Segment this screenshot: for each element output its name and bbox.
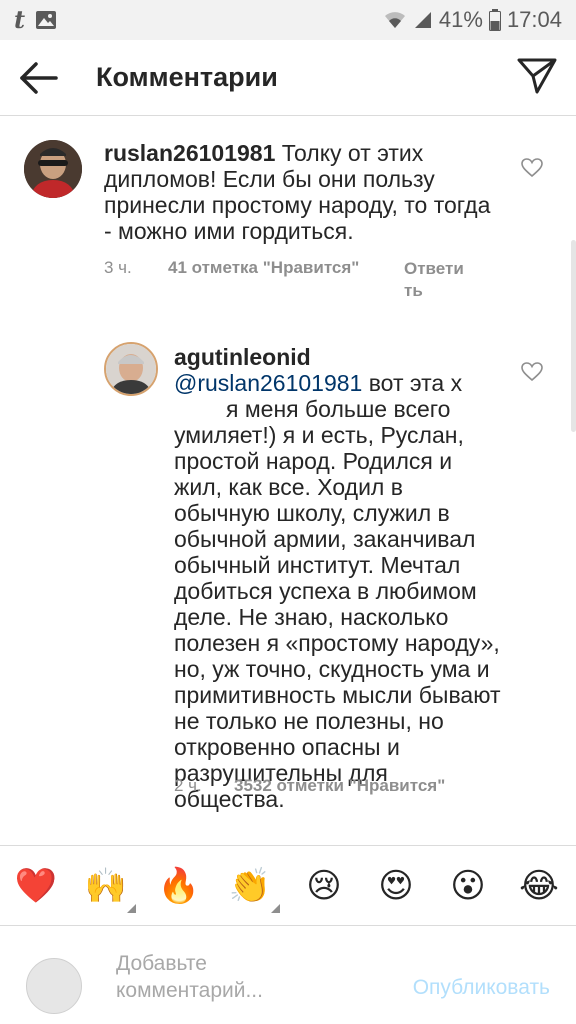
skin-tone-indicator bbox=[271, 904, 280, 913]
page-title: Комментарии bbox=[96, 62, 278, 92]
reply-label-line1: Ответи bbox=[404, 259, 464, 278]
input-placeholder-line2: комментарий... bbox=[116, 979, 263, 1002]
surprised-emoji-button[interactable]: 😮 bbox=[446, 864, 490, 908]
reply-button[interactable]: Ответи ть bbox=[404, 258, 474, 302]
heart-emoji-button[interactable]: ❤️ bbox=[14, 864, 58, 908]
avatar-photo bbox=[106, 344, 156, 394]
signal-icon bbox=[414, 12, 431, 28]
comment-body-start: вот эта х bbox=[368, 370, 463, 396]
comment-username[interactable]: ruslan26101981 bbox=[104, 140, 275, 166]
heart-icon[interactable] bbox=[521, 362, 543, 382]
comment-ruslan: ruslan26101981 Толку от этих дипломов! Е… bbox=[0, 116, 576, 316]
tumblr-icon: t bbox=[14, 5, 26, 34]
skin-tone-indicator bbox=[127, 904, 136, 913]
crying-emoji-button[interactable]: 😢 bbox=[302, 864, 346, 908]
comment-time: 3 ч. bbox=[104, 258, 132, 277]
image-icon bbox=[36, 11, 57, 29]
comment-username[interactable]: agutinleonid bbox=[174, 344, 311, 370]
send-button[interactable] bbox=[516, 54, 558, 98]
comment-input-bar: Добавьте комментарий... Опубликовать bbox=[0, 925, 576, 1024]
avatar[interactable] bbox=[24, 140, 82, 198]
comment-body: я меня больше всего умиляет!) я и есть, … bbox=[174, 396, 501, 812]
comment-text: agutinleonid @ruslan26101981 вот эта хя … bbox=[174, 344, 504, 812]
own-avatar bbox=[26, 958, 82, 1014]
comment-text: ruslan26101981 Толку от этих дипломов! Е… bbox=[104, 140, 504, 244]
clock: 17:04 bbox=[506, 7, 562, 32]
comment-likes[interactable]: 3532 отметки "Нравится" bbox=[234, 776, 445, 796]
avatar-photo bbox=[24, 140, 82, 198]
laughing-emoji-button[interactable]: 😂 bbox=[517, 864, 561, 908]
comment-agutin: agutinleonid @ruslan26101981 вот эта хя … bbox=[0, 330, 576, 830]
input-placeholder-line1: Добавьте bbox=[116, 952, 207, 975]
comment-input[interactable]: Добавьте комментарий... bbox=[116, 950, 386, 1010]
comment-time: 2 ч. bbox=[174, 776, 202, 795]
status-bar-left: t bbox=[14, 8, 57, 32]
paper-plane-icon bbox=[517, 58, 557, 94]
comment-likes[interactable]: 41 отметка "Нравится" bbox=[168, 258, 404, 302]
arrow-left-icon bbox=[20, 62, 58, 94]
fire-emoji-button[interactable]: 🔥 bbox=[157, 864, 201, 908]
back-button[interactable] bbox=[16, 56, 60, 100]
publish-button[interactable]: Опубликовать bbox=[413, 976, 550, 1000]
heart-icon[interactable] bbox=[521, 158, 543, 178]
battery-icon bbox=[488, 9, 501, 31]
clap-emoji-button[interactable]: 👏 bbox=[228, 864, 272, 908]
emoji-reaction-bar: ❤️ 🙌 🔥 👏 😢 😍 😮 😂 bbox=[0, 845, 576, 925]
avatar[interactable] bbox=[104, 342, 158, 396]
comment-meta: 3 ч. 41 отметка "Нравится" Ответи ть bbox=[104, 258, 504, 302]
comment-mention[interactable]: @ruslan26101981 bbox=[174, 370, 362, 396]
reply-label-line2: ть bbox=[404, 281, 423, 300]
raised-hands-emoji-button[interactable]: 🙌 bbox=[84, 864, 128, 908]
status-bar-right: 41% 17:04 bbox=[383, 7, 562, 33]
heart-eyes-emoji-button[interactable]: 😍 bbox=[374, 864, 418, 908]
wifi-icon bbox=[384, 12, 405, 28]
header: Комментарии bbox=[0, 40, 576, 116]
status-bar: t 41% 17:04 bbox=[0, 0, 576, 40]
comment-meta: 2 ч. 3532 отметки "Нравится" bbox=[174, 776, 504, 796]
battery-percent: 41% bbox=[438, 7, 483, 32]
